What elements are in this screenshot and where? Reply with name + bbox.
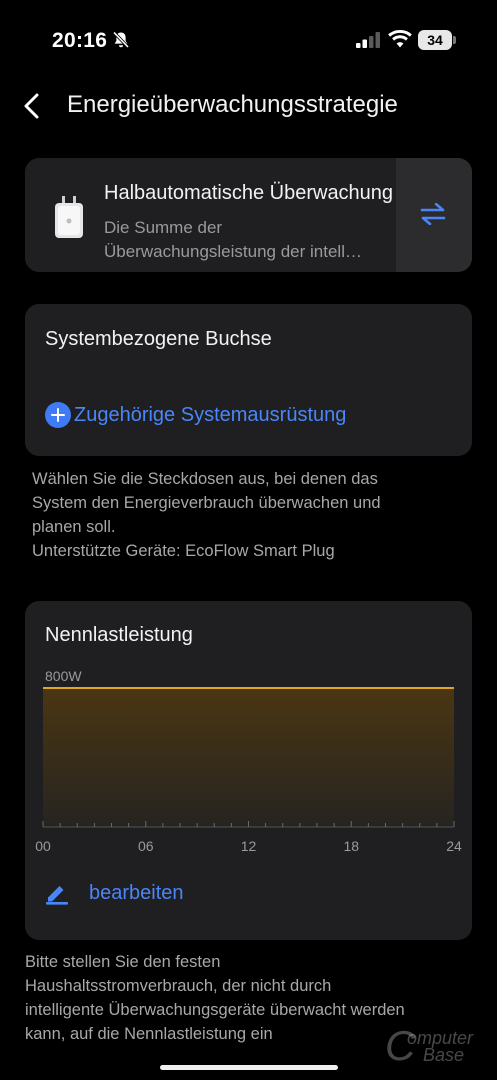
switch-arrows-icon xyxy=(420,203,446,225)
x-tick-label: 00 xyxy=(35,838,51,854)
footer-note-line: kann, auf die Nennlastleistung ein xyxy=(25,1025,273,1043)
footer-note: Bitte stellen Sie den festen Haushaltsst… xyxy=(25,950,405,1046)
socket-note: Wählen Sie die Steckdosen aus, bei denen… xyxy=(32,467,381,563)
header: Energieüberwachungsstrategie xyxy=(0,78,497,134)
battery-icon: 34 xyxy=(418,30,452,50)
watermark-logo: C omputer Base xyxy=(385,1025,490,1067)
socket-card: Systembezogene Buchse Zugehörige Systema… xyxy=(25,304,472,456)
rated-load-card: Nennlastleistung 800W 00 06 12 18 24 bearbei… xyxy=(25,601,472,940)
socket-note-line: Wählen Sie die Steckdosen aus, bei denen… xyxy=(32,470,378,488)
add-system-equipment-label: Zugehörige Systemausrüstung xyxy=(74,403,347,426)
add-system-equipment-button[interactable]: Zugehörige Systemausrüstung xyxy=(45,402,346,428)
rated-load-title: Nennlastleistung xyxy=(45,624,193,646)
load-area xyxy=(43,688,454,827)
strategy-title: Halbautomatische Überwachung xyxy=(104,182,394,204)
x-tick-label: 24 xyxy=(446,838,462,854)
footer-note-line: Bitte stellen Sie den festen xyxy=(25,953,221,971)
socket-title: Systembezogene Buchse xyxy=(45,328,272,350)
x-tick-label: 18 xyxy=(343,838,359,854)
chart-value-label: 800W xyxy=(45,668,82,684)
strategy-card[interactable]: Halbautomatische Überwachung Die Summe d… xyxy=(25,158,472,272)
battery-cap xyxy=(453,36,456,44)
smart-plug-icon xyxy=(55,196,83,238)
footer-note-line: intelligente Überwachungsgeräte überwach… xyxy=(25,1001,405,1019)
page-title: Energieüberwachungsstrategie xyxy=(67,91,398,118)
socket-note-line: System den Energieverbrauch überwachen u… xyxy=(32,494,381,512)
back-button[interactable] xyxy=(18,90,48,122)
watermark-word: Base xyxy=(423,1045,465,1065)
load-chart: 800W 00 06 12 18 24 xyxy=(35,668,462,854)
strategy-description-line: Überwachungsleistung der intell… xyxy=(104,242,362,261)
bell-slash-icon xyxy=(112,31,130,49)
edit-label: bearbeiten xyxy=(89,881,184,904)
x-tick-label: 12 xyxy=(241,838,257,854)
edit-button[interactable]: bearbeiten xyxy=(45,881,184,905)
x-tick-label: 06 xyxy=(138,838,154,854)
switch-strategy-button[interactable] xyxy=(396,158,472,272)
signal-icon xyxy=(356,32,380,48)
wifi-icon xyxy=(388,30,412,48)
watermark-word: omputer xyxy=(407,1028,474,1048)
add-circle-icon xyxy=(45,402,71,428)
strategy-description: Die Summe der Überwachungsleistung der i… xyxy=(104,216,404,264)
strategy-description-line: Die Summe der xyxy=(104,218,223,237)
status-bar: 20:16 34 xyxy=(0,0,497,80)
socket-note-line: planen soll. xyxy=(32,518,116,536)
home-indicator xyxy=(160,1065,338,1070)
pencil-icon xyxy=(46,886,68,905)
chevron-left-icon xyxy=(24,93,39,119)
socket-note-line: Unterstützte Geräte: EcoFlow Smart Plug xyxy=(32,542,335,560)
footer-note-line: Haushaltsstromverbrauch, der nicht durch xyxy=(25,977,332,995)
status-time: 20:16 xyxy=(52,29,108,52)
